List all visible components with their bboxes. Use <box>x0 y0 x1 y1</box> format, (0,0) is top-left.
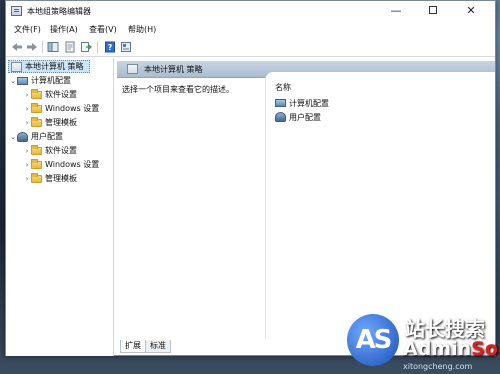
content-header-title: 本地计算机 策略 <box>144 64 203 74</box>
chevron-right-icon[interactable]: › <box>23 161 31 169</box>
tree-item-local-computer-policy[interactable]: 本地计算机 策略 <box>8 60 90 73</box>
window-title: 本地组策略编辑器 <box>27 7 91 16</box>
export-list-button[interactable] <box>79 40 93 54</box>
watermark-en-main: Admin <box>403 338 472 360</box>
tab-standard[interactable]: 标准 <box>145 340 171 353</box>
watermark-en-text: AdminSo <box>403 338 498 360</box>
menu-bar: 文件(F) 操作(A) 查看(V) 帮助(H) <box>6 21 495 37</box>
watermark-logo: AS <box>347 314 399 366</box>
show-hide-tree-button[interactable] <box>46 40 60 54</box>
chevron-right-icon[interactable]: › <box>23 147 31 155</box>
tree-item-label: Windows 设置 <box>45 160 100 169</box>
chevron-right-icon[interactable]: › <box>23 105 31 113</box>
chevron-down-icon[interactable]: ⌄ <box>9 77 17 85</box>
navigation-tree: 本地计算机 策略 ⌄ 计算机配置 › 软件设置 › Windows 设置 › 管… <box>6 58 114 356</box>
tree-item-label: 管理模板 <box>45 118 77 127</box>
toolbar-separator <box>42 41 43 53</box>
tree-item-computer-configuration[interactable]: ⌄ 计算机配置 <box>9 74 71 87</box>
item-list: 名称 计算机配置 用户配置 <box>265 72 495 339</box>
list-item-label: 计算机配置 <box>289 98 329 108</box>
title-bar: 本地组策略编辑器 — ✕ <box>6 1 495 21</box>
tree-item-user-admin-templates[interactable]: › 管理模板 <box>23 172 77 185</box>
folder-icon <box>31 89 42 99</box>
site-watermark: AS 站长搜索 AdminSo xitongcheng.com <box>345 310 500 374</box>
folder-icon <box>31 173 42 183</box>
menu-help[interactable]: 帮助(H) <box>128 24 156 35</box>
user-icon <box>275 112 286 122</box>
export-list-icon <box>81 42 92 52</box>
policy-icon <box>127 64 138 74</box>
column-header-name[interactable]: 名称 <box>275 82 291 93</box>
menu-view[interactable]: 查看(V) <box>89 24 117 35</box>
menu-file[interactable]: 文件(F) <box>14 24 41 35</box>
tree-item-computer-windows-settings[interactable]: › Windows 设置 <box>23 102 99 115</box>
app-icon <box>11 6 22 16</box>
toolbar: ? <box>6 37 495 57</box>
view-button[interactable] <box>119 40 133 54</box>
tree-item-label: 软件设置 <box>45 146 77 155</box>
forward-button[interactable] <box>25 40 39 54</box>
watermark-en-accent: So <box>471 338 498 360</box>
minimize-button[interactable]: — <box>381 1 411 21</box>
menu-action[interactable]: 操作(A) <box>50 24 78 35</box>
policy-icon <box>11 61 22 72</box>
folder-icon <box>31 159 42 169</box>
maximize-icon <box>429 6 437 14</box>
properties-button[interactable] <box>63 40 77 54</box>
watermark-url: xitongcheng.com <box>403 362 473 371</box>
chevron-right-icon[interactable]: › <box>23 119 31 127</box>
help-icon: ? <box>105 41 115 53</box>
computer-icon <box>17 76 28 85</box>
tree-item-computer-admin-templates[interactable]: › 管理模板 <box>23 116 77 129</box>
tree-item-user-windows-settings[interactable]: › Windows 设置 <box>23 158 99 171</box>
maximize-button[interactable] <box>418 1 448 21</box>
description-text: 选择一个项目来查看它的描述。 <box>122 85 234 94</box>
folder-icon <box>31 145 42 155</box>
list-item-label: 用户配置 <box>289 112 321 122</box>
tree-item-label: 本地计算机 策略 <box>25 62 84 71</box>
description-pane: 选择一个项目来查看它的描述。 <box>117 79 263 339</box>
chevron-down-icon[interactable]: ⌄ <box>9 133 17 141</box>
folder-icon <box>31 103 42 113</box>
tree-item-label: 软件设置 <box>45 90 77 99</box>
tree-item-label: 计算机配置 <box>31 76 71 85</box>
properties-icon <box>65 41 75 53</box>
tree-item-computer-software-settings[interactable]: › 软件设置 <box>23 88 77 101</box>
forward-icon <box>27 43 37 51</box>
view-icon <box>121 42 131 52</box>
folder-icon <box>31 117 42 127</box>
tree-item-label: 用户配置 <box>31 132 63 141</box>
view-tabs: 扩展 标准 <box>120 340 171 354</box>
tab-extended[interactable]: 扩展 <box>120 340 146 353</box>
group-policy-editor-window: 本地组策略编辑器 — ✕ 文件(F) 操作(A) 查看(V) 帮助(H) ? 本… <box>5 0 496 356</box>
back-icon <box>12 43 22 51</box>
show-hide-tree-icon <box>47 42 59 52</box>
chevron-right-icon[interactable]: › <box>23 91 31 99</box>
tree-item-user-software-settings[interactable]: › 软件设置 <box>23 144 77 157</box>
close-button[interactable]: ✕ <box>456 1 486 21</box>
list-item-computer-configuration[interactable]: 计算机配置 <box>275 97 329 109</box>
svg-text:?: ? <box>108 43 113 52</box>
toolbar-separator <box>97 41 98 53</box>
computer-icon <box>275 99 286 107</box>
chevron-right-icon[interactable]: › <box>23 175 31 183</box>
list-item-user-configuration[interactable]: 用户配置 <box>275 111 321 123</box>
user-icon <box>17 131 28 142</box>
help-button[interactable]: ? <box>103 40 117 54</box>
tree-item-label: 管理模板 <box>45 174 77 183</box>
tree-item-user-configuration[interactable]: ⌄ 用户配置 <box>9 130 63 143</box>
back-button[interactable] <box>10 40 24 54</box>
tree-item-label: Windows 设置 <box>45 104 100 113</box>
